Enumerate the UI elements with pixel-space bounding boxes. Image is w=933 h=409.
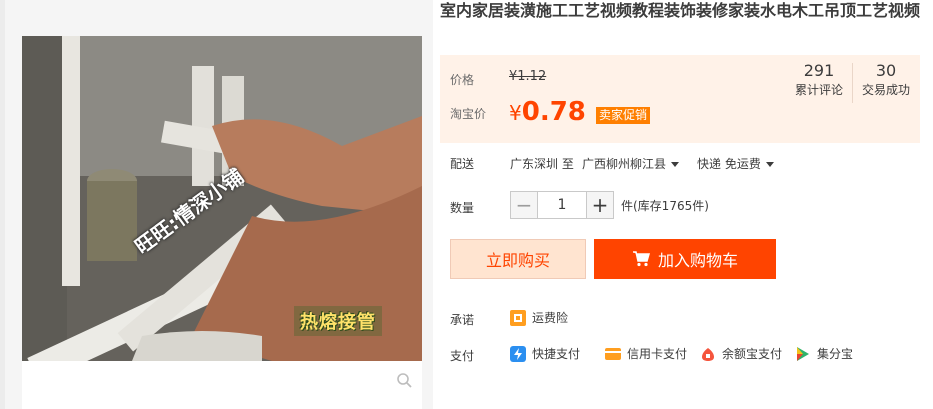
- payment-method-label: 集分宝: [817, 347, 854, 361]
- delivery-from: 广东深圳 至: [510, 157, 574, 171]
- stat-transactions-value: 30: [875, 61, 897, 80]
- taobao-price-label: 淘宝价: [450, 107, 487, 121]
- payment-label: 支付: [450, 349, 475, 363]
- search-zoom-icon[interactable]: [396, 372, 412, 388]
- product-title: 室内家居装潢施工工艺视频教程装饰装修家装水电木工吊顶工艺视频: [440, 1, 921, 20]
- cart-icon: [632, 251, 650, 267]
- stat-transactions-label: 交易成功: [861, 83, 910, 97]
- thumbnail-strip: [22, 361, 422, 409]
- add-to-cart-label: 加入购物车: [657, 251, 738, 270]
- add-to-cart-button[interactable]: 加入购物车: [594, 239, 776, 279]
- payment-method-quickpay[interactable]: 快捷支付: [510, 345, 580, 362]
- promise-item[interactable]: 运费险: [510, 309, 568, 326]
- gallery: 旺旺:情深小铺 热熔接管: [0, 0, 433, 409]
- delivery-method: 快递 免运费: [697, 157, 761, 171]
- delivery-method-select[interactable]: 快递 免运费: [697, 155, 774, 172]
- delivery-to: 广西柳州柳江县: [582, 157, 667, 171]
- jifenbao-icon: [797, 346, 809, 361]
- currency-symbol: ¥: [509, 101, 522, 125]
- photo-caption: 热熔接管: [294, 306, 382, 336]
- stat-transactions[interactable]: 30 交易成功: [853, 61, 919, 99]
- promise-item-label: 运费险: [532, 311, 569, 325]
- current-price: ¥0.78: [509, 97, 586, 127]
- price-box: 价格 ¥1.12 淘宝价 ¥0.78 卖家促销 291 累计评论 30 交易成功: [440, 55, 920, 143]
- quickpay-icon: [510, 345, 526, 362]
- quantity-increase-button[interactable]: +: [586, 191, 614, 219]
- payment-method-credit[interactable]: 信用卡支付: [605, 345, 687, 362]
- shield-icon: [510, 309, 526, 326]
- yuebao-icon: [702, 347, 714, 361]
- quantity-input[interactable]: 1: [538, 191, 586, 219]
- payment-method-jifenbao[interactable]: 集分宝: [795, 345, 853, 362]
- gallery-border: [0, 0, 5, 409]
- credit-card-icon: [605, 347, 621, 360]
- buy-now-button[interactable]: 立即购买: [450, 239, 586, 279]
- payment-method-label: 余额宝支付: [722, 347, 783, 361]
- quantity-label: 数量: [450, 201, 475, 215]
- payment-method-label: 信用卡支付: [627, 347, 688, 361]
- stock-info: 件(库存1765件): [621, 199, 709, 213]
- payment-method-yuebao[interactable]: 余额宝支付: [700, 345, 782, 362]
- price-label: 价格: [450, 73, 475, 87]
- original-price: ¥1.12: [509, 69, 547, 84]
- promise-label: 承诺: [450, 313, 475, 327]
- promo-badge: 卖家促销: [596, 107, 651, 124]
- caret-down-icon: [671, 162, 680, 167]
- stat-reviews-value: 291: [803, 61, 835, 80]
- quantity-decrease-button[interactable]: −: [510, 191, 538, 219]
- delivery-to-select[interactable]: 广西柳州柳江县: [582, 155, 680, 172]
- payment-method-label: 快捷支付: [532, 347, 581, 361]
- stat-reviews-label: 累计评论: [794, 83, 843, 97]
- stat-reviews[interactable]: 291 累计评论: [786, 61, 852, 99]
- delivery-label: 配送: [450, 157, 475, 171]
- caret-down-icon: [765, 162, 774, 167]
- quantity-stepper: − 1 +: [510, 191, 614, 219]
- current-price-value: 0.78: [521, 97, 586, 127]
